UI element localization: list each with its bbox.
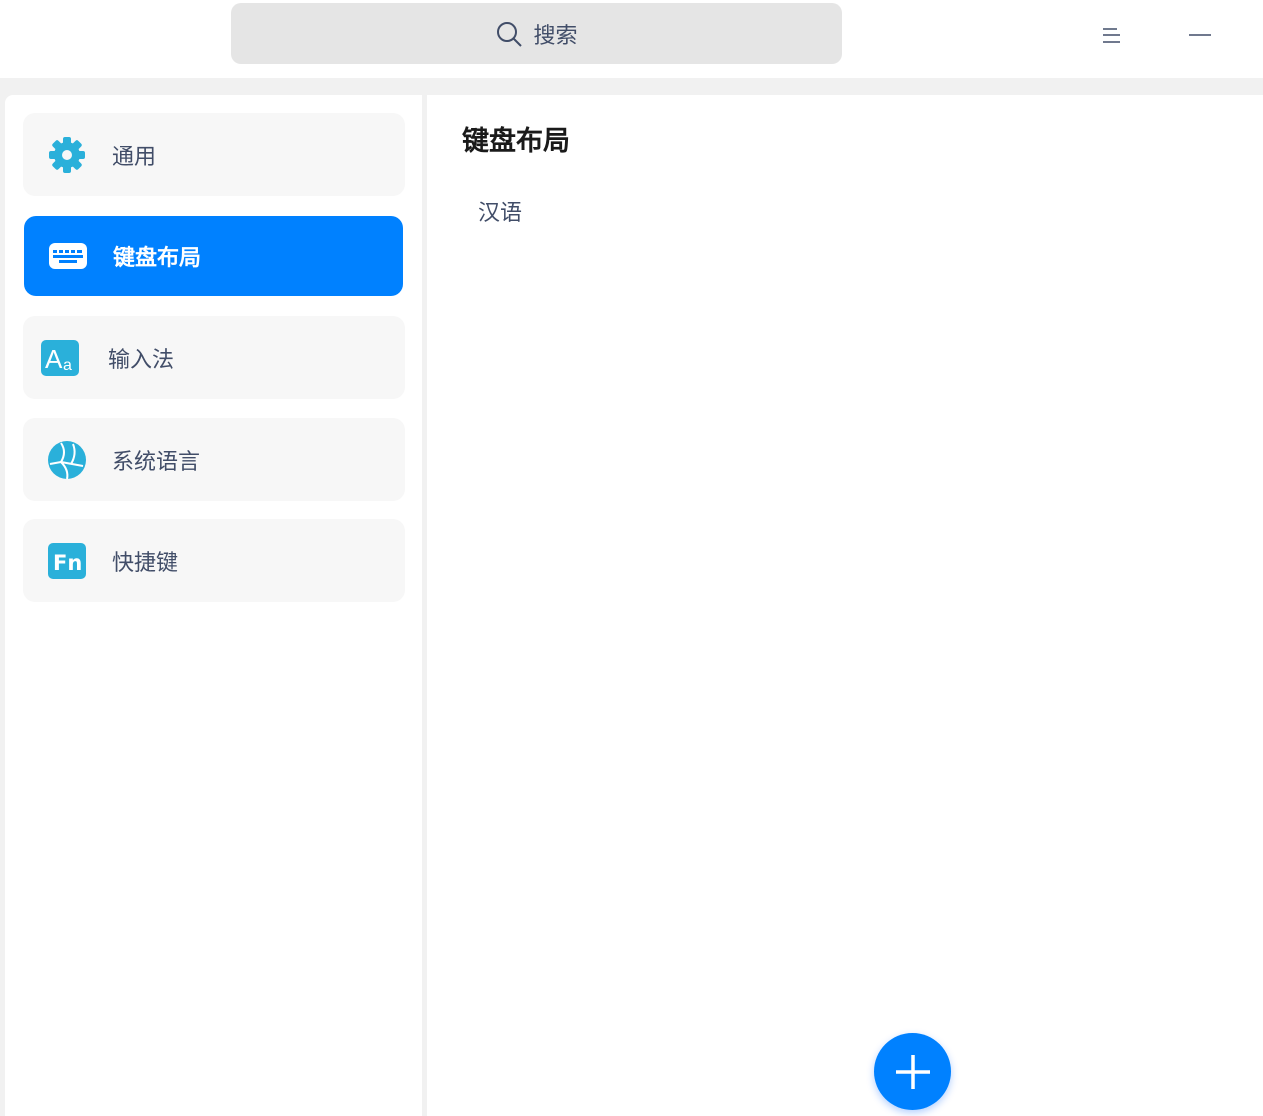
globe-icon [47, 440, 87, 480]
menu-icon [1103, 28, 1120, 43]
content-panel: 键盘布局 汉语 [427, 95, 1263, 1116]
sidebar-item-input-method[interactable]: Aa 输入法 [23, 316, 405, 399]
menu-button[interactable] [1091, 20, 1131, 50]
sidebar-item-label: 输入法 [108, 347, 175, 373]
sidebar: 通用 键盘布局 Aa 输入法 系统语言 Fn 快捷键 [5, 95, 422, 1116]
minimize-button[interactable] [1180, 20, 1220, 50]
svg-text:A: A [45, 344, 63, 374]
search-placeholder: 搜索 [533, 23, 578, 49]
gear-icon [47, 135, 87, 175]
page-title: 键盘布局 [462, 126, 570, 157]
keyboard-layout-item[interactable]: 汉语 [478, 195, 522, 227]
sidebar-item-label: 键盘布局 [113, 246, 202, 271]
sidebar-item-label: 系统语言 [112, 449, 201, 475]
sidebar-item-label: 快捷键 [112, 550, 179, 576]
svg-text:a: a [63, 357, 72, 374]
search-icon [497, 21, 523, 47]
search-input[interactable]: 搜索 [231, 3, 842, 64]
sidebar-item-system-language[interactable]: 系统语言 [23, 418, 405, 501]
plus-icon [895, 1054, 930, 1089]
input-method-icon: Aa [40, 338, 80, 378]
sidebar-item-shortcuts[interactable]: Fn 快捷键 [23, 519, 405, 602]
sidebar-item-keyboard-layout[interactable]: 键盘布局 [24, 216, 403, 296]
add-layout-button[interactable] [874, 1033, 951, 1110]
keyboard-icon [48, 236, 88, 276]
title-bar: 搜索 [0, 0, 1263, 78]
minimize-icon [1189, 34, 1211, 36]
fn-key-icon: Fn [47, 541, 87, 581]
svg-text:Fn: Fn [53, 551, 82, 575]
sidebar-item-label: 通用 [112, 144, 157, 170]
sidebar-item-general[interactable]: 通用 [23, 113, 405, 196]
